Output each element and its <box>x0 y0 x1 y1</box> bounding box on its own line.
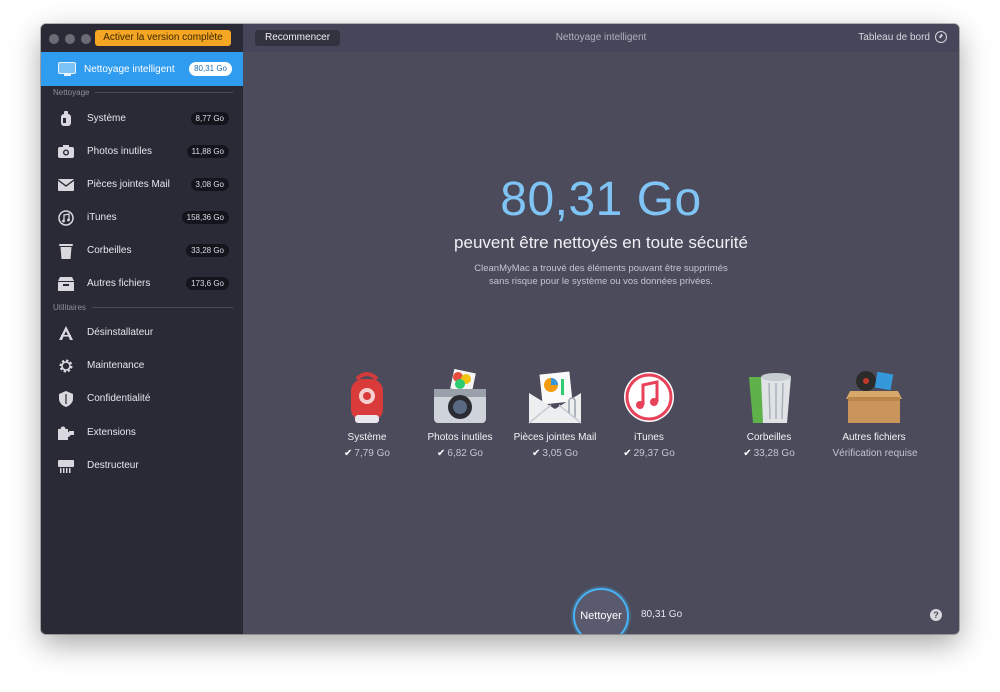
total-size: 80,31 Go <box>500 173 702 226</box>
section-header-utilities: Utilitaires <box>53 303 233 312</box>
camera-icon <box>57 143 75 161</box>
puzzle-icon <box>57 424 75 442</box>
sidebar-item-photo-junk[interactable]: Photos inutiles 11,88 Go <box>41 135 243 168</box>
category-other-files[interactable]: Autres fichiers Vérification requise <box>819 369 929 459</box>
minimize-window-button[interactable] <box>65 34 75 44</box>
app-window: Activer la version complète Nettoyage in… <box>41 24 959 634</box>
trash-icon <box>57 242 75 260</box>
gear-icon <box>57 357 75 375</box>
sidebar-item-trash[interactable]: Corbeilles 33,28 Go <box>41 234 243 267</box>
sidebar-item-label: Maintenance <box>87 360 145 371</box>
category-name: Autres fichiers <box>842 432 906 443</box>
size-badge: 80,31 Go <box>189 62 232 76</box>
size-badge: 33,28 Go <box>186 244 229 257</box>
size-badge: 11,88 Go <box>186 145 229 158</box>
monitor-icon <box>58 62 76 76</box>
category-name: iTunes <box>634 432 664 443</box>
camera-icon <box>430 368 490 427</box>
shredder-icon <box>57 457 75 475</box>
sidebar-item-other-files[interactable]: Autres fichiers 173,6 Go <box>41 267 243 300</box>
sidebar-item-maintenance[interactable]: Maintenance <box>41 349 243 382</box>
category-size: ✔ 6,82 Go <box>437 448 483 459</box>
sidebar-item-label: Nettoyage intelligent <box>84 63 175 75</box>
sidebar-item-smart-cleanup[interactable]: Nettoyage intelligent 80,31 Go <box>41 52 243 86</box>
category-name: Photos inutiles <box>427 432 493 443</box>
sidebar-item-uninstaller[interactable]: Désinstallateur <box>41 316 243 349</box>
sidebar-item-privacy[interactable]: Confidentialité <box>41 382 243 415</box>
zoom-window-button[interactable] <box>81 34 91 44</box>
uninstaller-icon <box>57 324 75 342</box>
help-icon[interactable]: ? <box>930 609 942 621</box>
size-badge: 158,36 Go <box>181 211 229 224</box>
clean-size: 80,31 Go <box>641 609 683 620</box>
sidebar-item-system[interactable]: Système 8,77 Go <box>41 102 243 135</box>
envelope-icon <box>57 176 75 194</box>
category-name: Corbeilles <box>746 432 792 443</box>
trash-icon <box>739 369 799 427</box>
box-icon <box>844 369 904 427</box>
sidebar-item-itunes[interactable]: iTunes 158,36 Go <box>41 201 243 234</box>
sidebar-item-label: Destructeur <box>87 460 139 471</box>
sidebar-item-label: Désinstallateur <box>87 327 154 338</box>
sidebar-item-label: Pièces jointes Mail <box>87 179 170 190</box>
sidebar-item-label: Système <box>87 113 126 124</box>
category-trash[interactable]: Corbeilles ✔ 33,28 Go <box>714 369 824 459</box>
dashboard-link[interactable]: Tableau de bord <box>858 31 947 43</box>
sidebar-item-label: iTunes <box>87 212 117 223</box>
category-size: Vérification requise <box>832 448 918 459</box>
sidebar: Activer la version complète Nettoyage in… <box>41 24 243 634</box>
main-panel: Recommencer Nettoyage intelligent Tablea… <box>243 24 959 634</box>
close-window-button[interactable] <box>49 34 59 44</box>
checkmark-icon[interactable]: ✔ <box>623 448 631 459</box>
category-size: ✔ 33,28 Go <box>743 448 795 459</box>
category-photo-junk[interactable]: Photos inutiles ✔ 6,82 Go <box>405 368 515 459</box>
sidebar-item-label: Photos inutiles <box>87 146 153 157</box>
vacuum-icon <box>337 369 397 427</box>
checkmark-icon[interactable]: ✔ <box>743 448 751 459</box>
shield-icon <box>57 390 75 408</box>
headline: peuvent être nettoyés en toute sécurité <box>454 233 748 252</box>
box-icon <box>57 275 75 293</box>
envelope-icon <box>525 369 585 427</box>
checkmark-icon[interactable]: ✔ <box>344 448 352 459</box>
category-size: ✔ 29,37 Go <box>623 448 675 459</box>
sidebar-item-extensions[interactable]: Extensions <box>41 416 243 449</box>
clean-button[interactable]: Nettoyer <box>573 588 629 634</box>
gauge-icon <box>935 31 947 43</box>
checkmark-icon[interactable]: ✔ <box>437 448 445 459</box>
dashboard-label: Tableau de bord <box>858 31 930 43</box>
description: CleanMyMac a trouvé des éléments pouvant… <box>474 263 728 287</box>
sidebar-item-label: Extensions <box>87 427 136 438</box>
music-note-icon <box>619 369 679 427</box>
toolbar: Recommencer Nettoyage intelligent Tablea… <box>243 24 959 52</box>
window-controls <box>49 34 91 44</box>
sidebar-item-label: Confidentialité <box>87 393 151 404</box>
category-itunes[interactable]: iTunes ✔ 29,37 Go <box>594 369 704 459</box>
activate-full-version-button[interactable]: Activer la version complète <box>95 30 231 46</box>
size-badge: 8,77 Go <box>190 112 229 125</box>
window-title: Nettoyage intelligent <box>555 32 647 43</box>
vacuum-icon <box>57 110 75 128</box>
sidebar-item-label: Corbeilles <box>87 245 132 256</box>
sidebar-item-shredder[interactable]: Destructeur <box>41 449 243 482</box>
checkmark-icon[interactable]: ✔ <box>532 448 540 459</box>
music-note-icon <box>57 209 75 227</box>
size-badge: 3,08 Go <box>190 178 229 191</box>
sidebar-item-mail-attachments[interactable]: Pièces jointes Mail 3,08 Go <box>41 168 243 201</box>
section-header-cleaning: Nettoyage <box>53 88 233 97</box>
sidebar-item-label: Autres fichiers <box>87 278 151 289</box>
size-badge: 173,6 Go <box>186 277 229 290</box>
